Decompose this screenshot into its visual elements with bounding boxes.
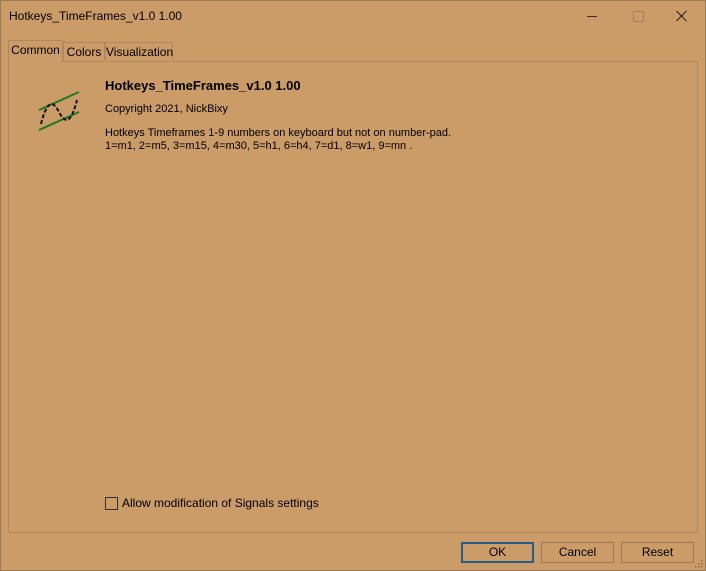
cancel-button[interactable]: Cancel bbox=[541, 542, 614, 563]
maximize-button[interactable] bbox=[615, 1, 661, 31]
reset-button[interactable]: Reset bbox=[621, 542, 694, 563]
allow-modification-option[interactable]: Allow modification of Signals settings bbox=[105, 496, 319, 510]
common-tab-panel: Hotkeys_TimeFrames_v1.0 1.00 Copyright 2… bbox=[8, 61, 698, 533]
minimize-icon bbox=[587, 15, 597, 17]
minimize-button[interactable] bbox=[569, 1, 615, 31]
title-bar: Hotkeys_TimeFrames_v1.0 1.00 bbox=[1, 1, 705, 31]
close-icon bbox=[676, 10, 688, 22]
indicator-sine-wave-icon bbox=[38, 91, 80, 131]
allow-modification-checkbox[interactable] bbox=[105, 496, 118, 510]
ok-button[interactable]: OK bbox=[461, 542, 534, 563]
close-button[interactable] bbox=[659, 1, 705, 31]
tab-common[interactable]: Common bbox=[8, 40, 63, 62]
resize-grip-icon[interactable] bbox=[693, 558, 703, 568]
maximize-icon bbox=[632, 10, 644, 22]
indicator-properties-dialog: Hotkeys_TimeFrames_v1.0 1.00 Common Colo… bbox=[0, 0, 706, 571]
tab-visualization[interactable]: Visualization bbox=[105, 42, 173, 60]
description-text: Hotkeys Timeframes 1-9 numbers on keyboa… bbox=[105, 127, 452, 152]
copyright-text: Copyright 2021, NickBixy bbox=[105, 103, 228, 115]
allow-modification-label: Allow modification of Signals settings bbox=[122, 496, 319, 510]
indicator-name: Hotkeys_TimeFrames_v1.0 1.00 bbox=[105, 78, 301, 93]
window-title: Hotkeys_TimeFrames_v1.0 1.00 bbox=[9, 9, 182, 23]
tab-colors[interactable]: Colors bbox=[63, 42, 105, 60]
